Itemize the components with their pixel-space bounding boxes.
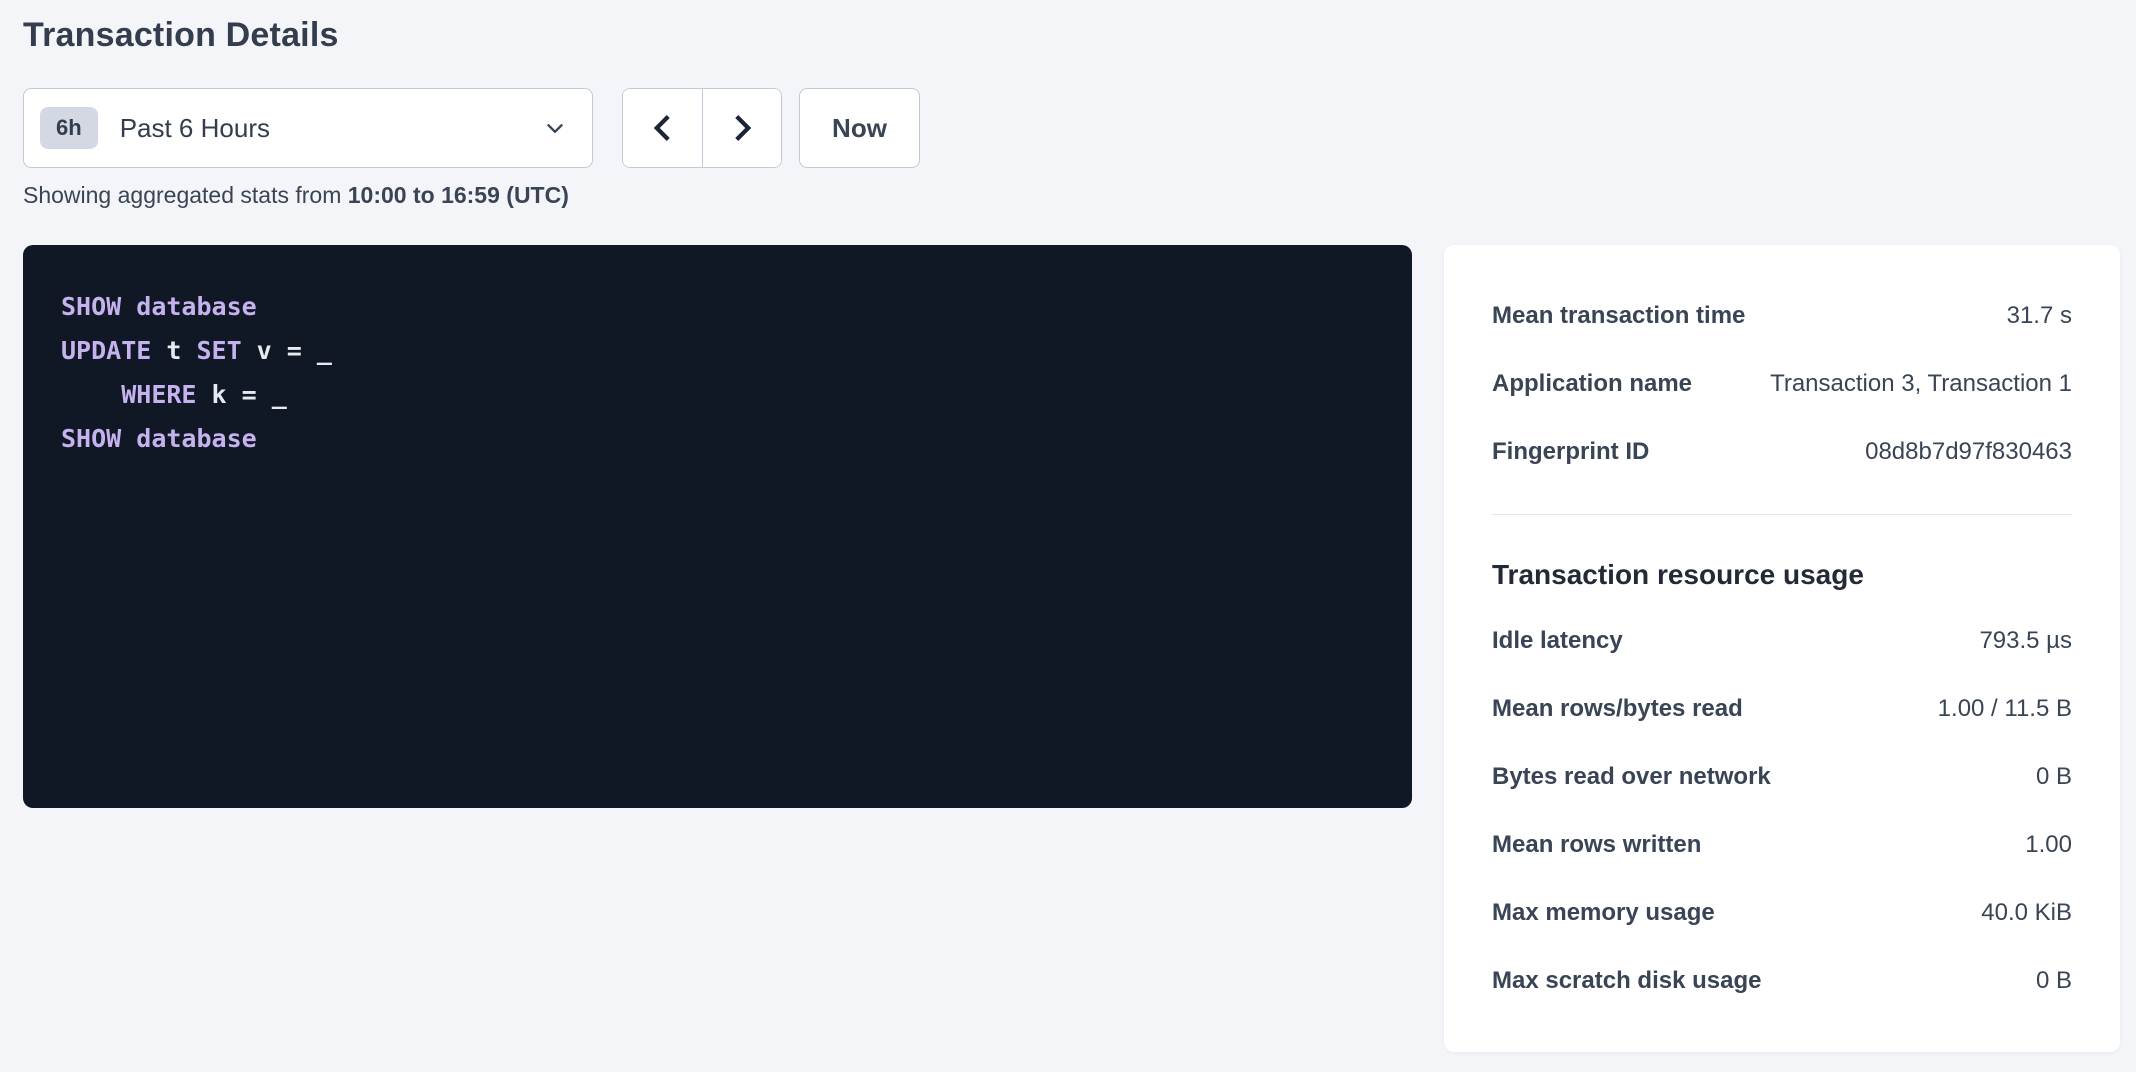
sql-keyword: database [136,424,256,453]
sql-keyword: SET [196,336,241,365]
stat-label: Idle latency [1492,627,1623,655]
stat-label: Mean rows/bytes read [1492,695,1743,723]
stat-value: 0 B [2036,967,2072,995]
sql-line: UPDATE t SET v = _ [61,329,1374,373]
sql-text: v = _ [242,336,332,365]
stat-label: Max memory usage [1492,899,1715,927]
chevron-down-icon [542,115,568,141]
next-interval-button[interactable] [702,89,781,167]
transaction-stats-panel: Mean transaction time 31.7 s Application n… [1444,245,2120,1052]
sql-text [121,424,136,453]
time-range-label: Past 6 Hours [120,113,542,144]
stat-value: 1.00 / 11.5 B [1938,695,2072,723]
sql-keyword: WHERE [121,380,196,409]
aggregation-interval-range: 10:00 to 16:59 (UTC) [348,182,569,208]
stat-row: Max memory usage 40.0 KiB [1492,879,2072,947]
sql-keyword: SHOW [61,292,121,321]
sql-line: SHOW database [61,417,1374,461]
now-button[interactable]: Now [799,88,920,168]
page-title: Transaction Details [23,16,339,55]
resource-usage-heading: Transaction resource usage [1492,557,2072,593]
stat-value: 793.5 µs [1979,627,2072,655]
aggregation-interval-prefix: Showing aggregated stats from [23,182,348,208]
resource-rows: Idle latency 793.5 µs Mean rows/bytes read… [1492,607,2072,1015]
sql-text: k = _ [196,380,286,409]
stat-row: Mean rows written 1.00 [1492,811,2072,879]
stat-row: Fingerprint ID 08d8b7d97f830463 [1492,418,2072,486]
stat-value: 1.00 [2025,831,2072,859]
stat-label: Bytes read over network [1492,763,1771,791]
transaction-details-page: Transaction Details 6h Past 6 Hours Now … [0,0,2136,1072]
time-controls: 6h Past 6 Hours Now [23,88,920,168]
aggregation-interval-note: Showing aggregated stats from 10:00 to 1… [23,181,569,209]
sql-statement-box: SHOW databaseUPDATE t SET v = _ WHERE k … [23,245,1412,808]
stat-row: Max scratch disk usage 0 B [1492,947,2072,1015]
summary-rows: Mean transaction time 31.7 s Application n… [1492,282,2072,486]
stat-row: Bytes read over network 0 B [1492,743,2072,811]
stat-label: Application name [1492,370,1692,398]
sql-text [61,380,121,409]
stat-row: Idle latency 793.5 µs [1492,607,2072,675]
sql-line: WHERE k = _ [61,373,1374,417]
stat-row: Mean rows/bytes read 1.00 / 11.5 B [1492,675,2072,743]
stat-value: 31.7 s [2007,302,2072,330]
sql-keyword: UPDATE [61,336,151,365]
stat-value: Transaction 3, Transaction 1 [1770,370,2072,398]
sql-keyword: database [136,292,256,321]
sql-line: SHOW database [61,285,1374,329]
panel-divider [1492,514,2072,515]
sql-keyword: SHOW [61,424,121,453]
chevron-left-icon [648,110,678,146]
stat-label: Mean transaction time [1492,302,1745,330]
stat-row: Mean transaction time 31.7 s [1492,282,2072,350]
stat-label: Max scratch disk usage [1492,967,1761,995]
stat-label: Mean rows written [1492,831,1701,859]
time-range-badge: 6h [40,107,98,149]
time-range-dropdown[interactable]: 6h Past 6 Hours [23,88,593,168]
sql-text: t [151,336,196,365]
stat-value: 40.0 KiB [1981,899,2072,927]
stat-value: 08d8b7d97f830463 [1865,438,2072,466]
chevron-right-icon [727,110,757,146]
stat-value: 0 B [2036,763,2072,791]
previous-interval-button[interactable] [623,89,702,167]
stat-label: Fingerprint ID [1492,438,1649,466]
time-step-button-group [622,88,782,168]
sql-text [121,292,136,321]
stat-row: Application name Transaction 3, Transacti… [1492,350,2072,418]
